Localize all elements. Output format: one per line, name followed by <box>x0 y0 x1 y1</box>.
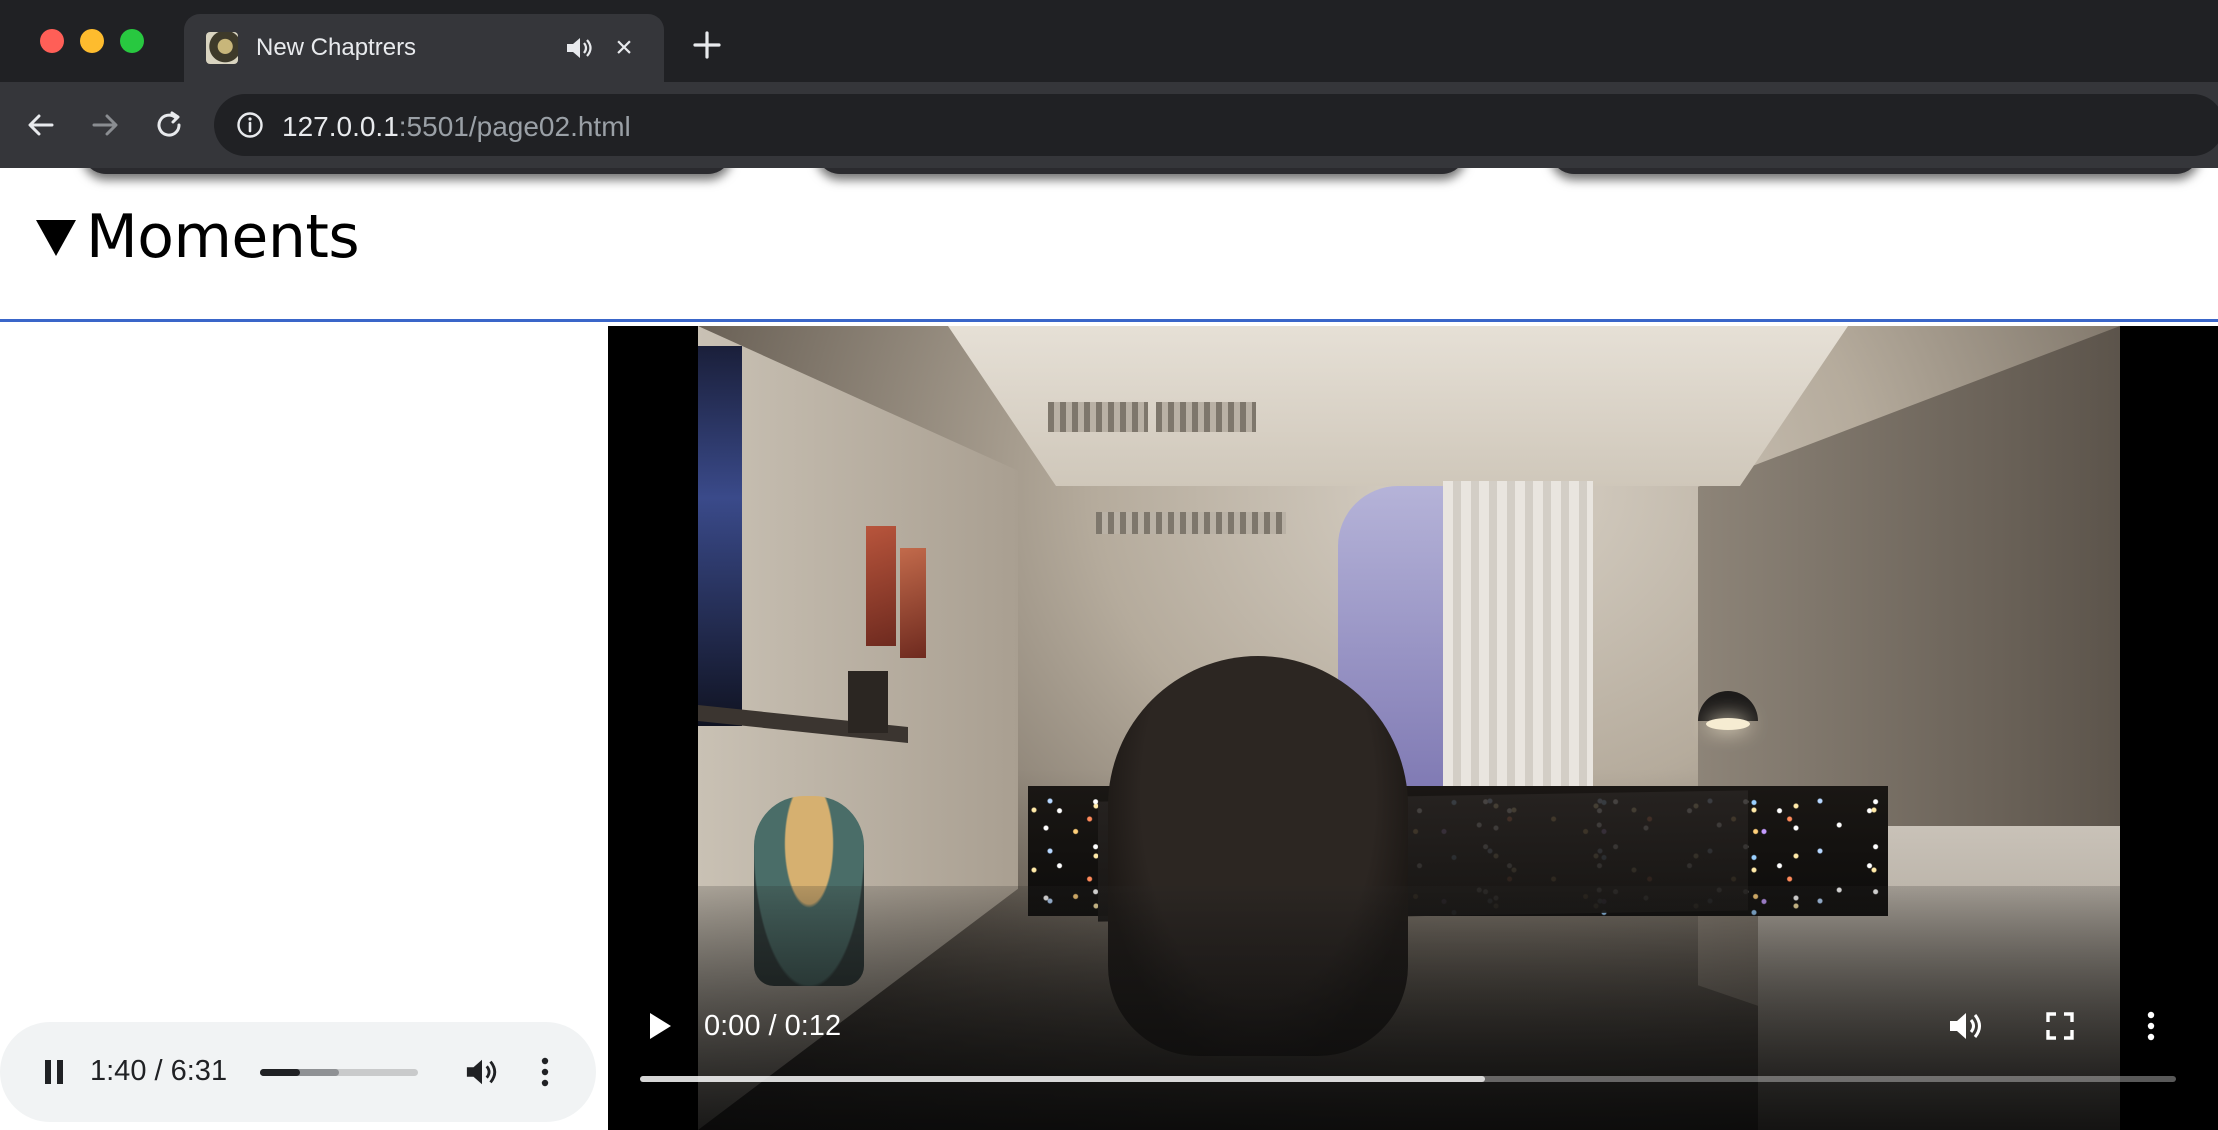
video-time-display: 0:00 / 0:12 <box>704 1010 841 1043</box>
video-scene-vent <box>1156 402 1256 432</box>
video-scene-art <box>900 548 926 658</box>
audio-played-bar <box>260 1069 301 1076</box>
audio-progress-slider[interactable] <box>260 1069 418 1076</box>
fullscreen-icon <box>2046 1012 2074 1040</box>
pause-icon <box>45 1060 63 1084</box>
volume-icon <box>1950 1013 1981 1039</box>
video-volume-button[interactable] <box>1944 1006 1988 1046</box>
video-more-options-button[interactable] <box>2136 1006 2166 1046</box>
tab-active[interactable]: New Chaptrers × <box>184 14 664 82</box>
url-host: 127.0.0.1 <box>282 111 399 142</box>
reload-button[interactable] <box>148 104 190 146</box>
arrow-left-icon <box>28 114 54 136</box>
video-buffered-bar <box>640 1076 1485 1082</box>
video-duration: 0:12 <box>784 1010 842 1042</box>
speaker-icon[interactable] <box>564 34 594 62</box>
tab-title: New Chaptrers <box>256 34 417 61</box>
audio-time-display: 1:40 / 6:31 <box>90 1055 227 1088</box>
url-text[interactable]: 127.0.0.1:5501/page02.html <box>282 111 631 143</box>
address-bar[interactable]: 127.0.0.1:5501/page02.html <box>214 94 2218 156</box>
video-current-time: 0:00 <box>704 1010 761 1042</box>
video-play-button[interactable] <box>640 1006 680 1046</box>
section-title: Moments <box>86 202 360 272</box>
minimize-window-button[interactable] <box>80 29 104 53</box>
more-vert-icon <box>2147 1011 2155 1041</box>
video-progress-slider[interactable] <box>640 1076 2176 1082</box>
audio-volume-button[interactable] <box>462 1052 502 1092</box>
video-scene-tv <box>698 346 742 726</box>
audio-time-separator: / <box>146 1055 171 1087</box>
more-vert-icon <box>541 1057 549 1087</box>
audio-pause-button[interactable] <box>34 1052 74 1092</box>
video-scene-speaker <box>848 671 888 733</box>
new-tab-button[interactable] <box>690 28 724 62</box>
plus-icon <box>693 31 721 59</box>
audio-current-time: 1:40 <box>90 1055 147 1087</box>
video-scene-vent <box>1048 402 1148 432</box>
tab-strip: New Chaptrers × <box>0 0 2218 82</box>
video-scene-vent <box>1096 512 1286 534</box>
moments-details-summary[interactable]: Moments <box>0 168 2218 322</box>
browser-toolbar: 127.0.0.1:5501/page02.html <box>0 82 2218 168</box>
video-scene-art <box>866 526 896 646</box>
audio-more-options-button[interactable] <box>530 1052 560 1092</box>
audio-duration: 6:31 <box>170 1055 228 1087</box>
browser-window: New Chaptrers × 127.0.0.1:5501/page02.ht… <box>0 0 2218 1130</box>
zoom-window-button[interactable] <box>120 29 144 53</box>
url-path: :5501/page02.html <box>398 111 631 142</box>
close-window-button[interactable] <box>40 29 64 53</box>
video-scene-lamp-glow <box>1706 718 1750 730</box>
audio-player[interactable]: 1:40 / 6:31 <box>0 1022 596 1122</box>
volume-icon <box>466 1059 497 1085</box>
portrait-favicon-icon <box>206 32 238 64</box>
video-fullscreen-button[interactable] <box>2040 1006 2080 1046</box>
video-time-separator: / <box>760 1010 785 1042</box>
tab-close-button[interactable]: × <box>608 32 640 64</box>
play-icon <box>650 1013 671 1039</box>
forward-button[interactable] <box>84 104 126 146</box>
back-button[interactable] <box>20 104 62 146</box>
page-viewport: Moments 0:00 / 0:12 1:40 / 6:31 <box>0 168 2218 1130</box>
video-player[interactable]: 0:00 / 0:12 <box>608 326 2218 1130</box>
info-icon[interactable] <box>236 111 264 139</box>
disclosure-triangle-icon[interactable] <box>36 220 76 256</box>
arrow-right-icon <box>92 114 118 136</box>
reload-icon <box>157 111 181 137</box>
